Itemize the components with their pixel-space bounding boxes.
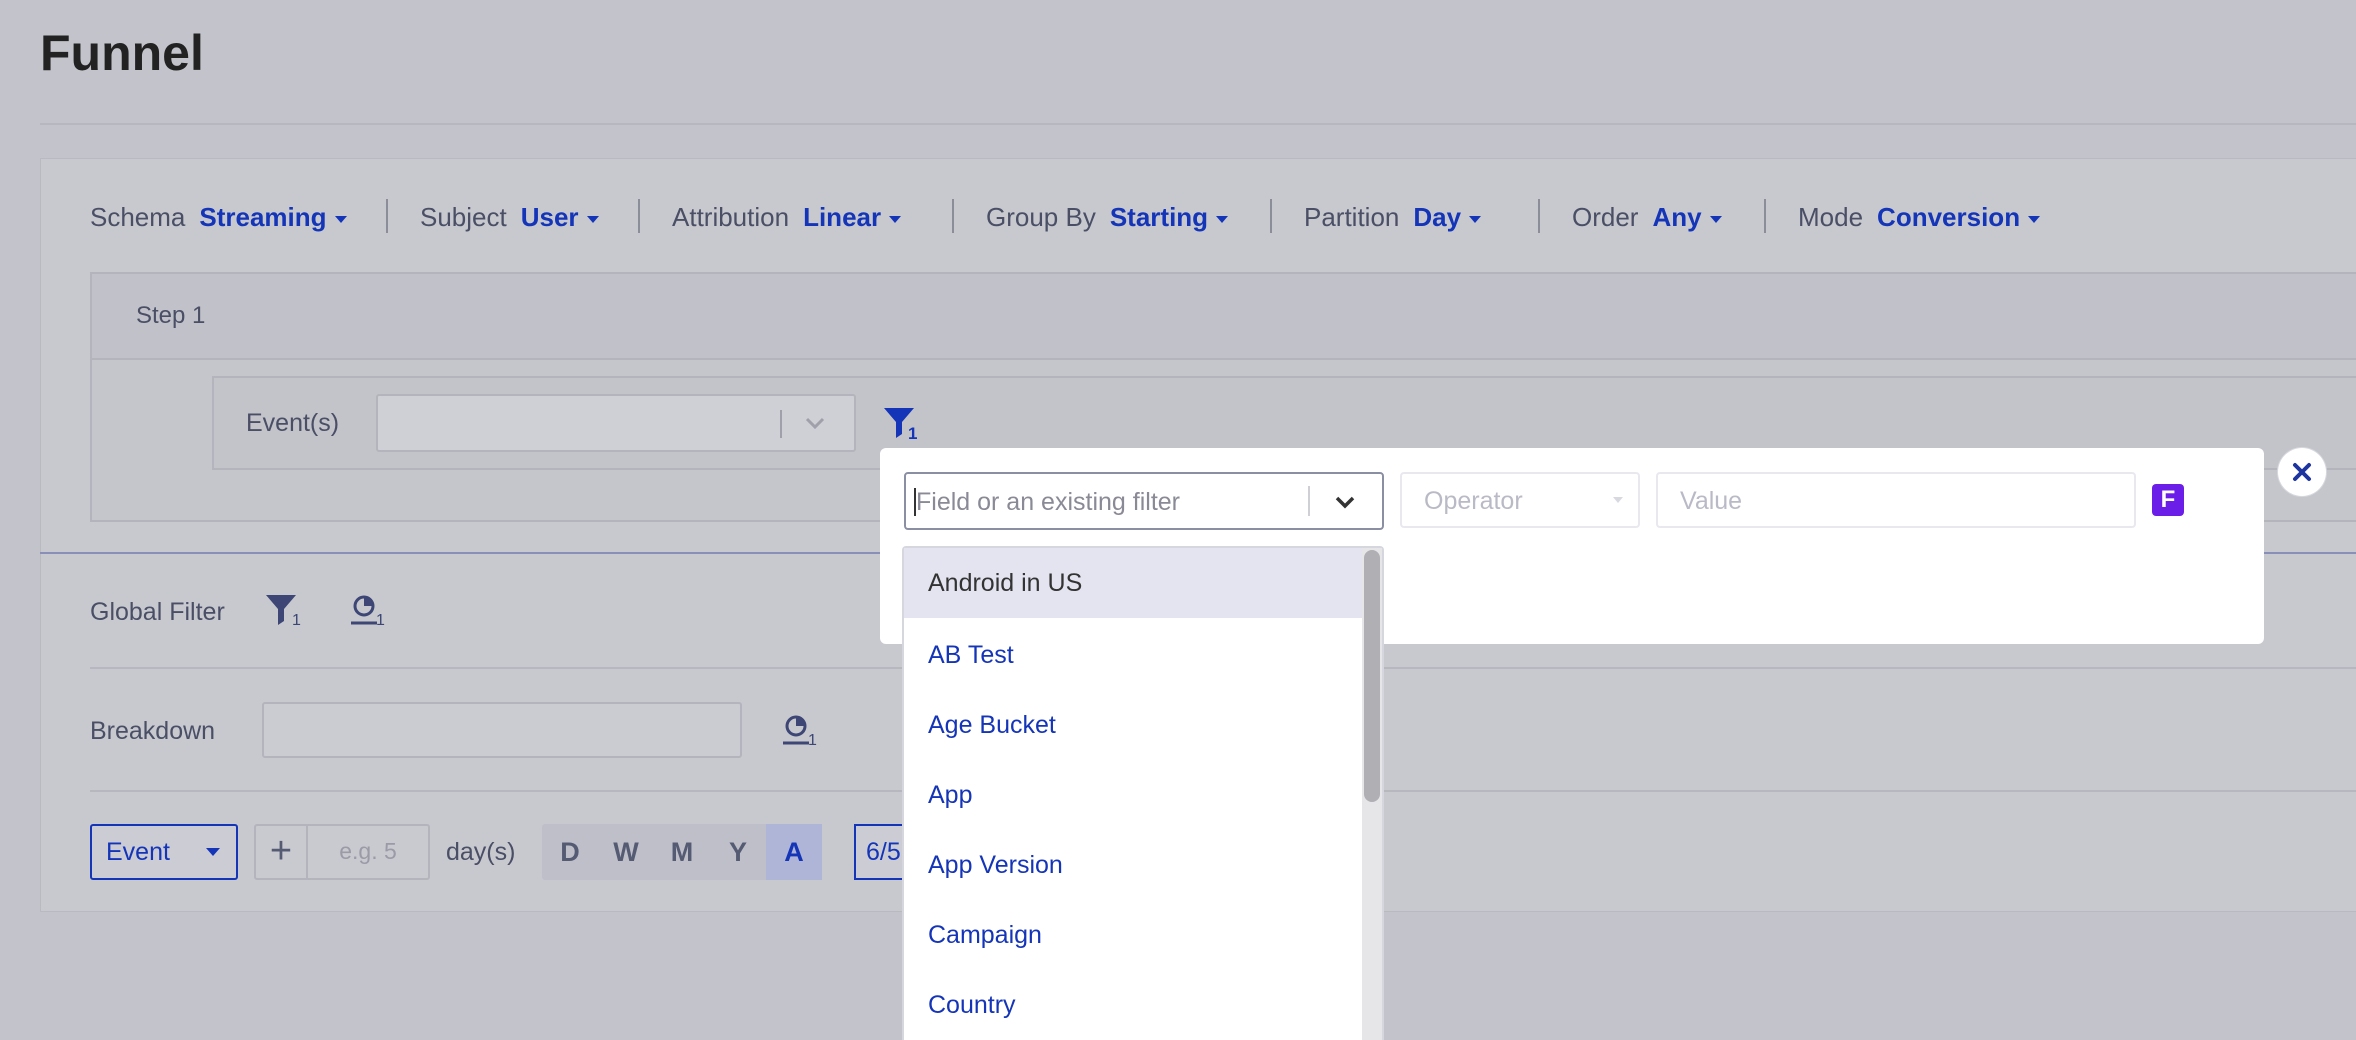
- partition-selector[interactable]: Partition Day: [1304, 202, 1482, 232]
- title-divider: [40, 123, 2356, 125]
- breakdown-label: Breakdown: [90, 717, 216, 745]
- step-label: Step 1: [136, 302, 206, 329]
- dropdown-scroll-thumb[interactable]: [1364, 550, 1380, 802]
- option-campaign[interactable]: Campaign: [904, 900, 1362, 970]
- schema-value[interactable]: Streaming: [199, 202, 326, 232]
- settings-separator: [638, 199, 640, 233]
- mode-value[interactable]: Conversion: [1877, 202, 2020, 232]
- breakdown-segment-icon[interactable]: 1: [780, 712, 820, 752]
- events-label: Event(s): [246, 409, 340, 437]
- option-app[interactable]: App: [904, 760, 1362, 830]
- formula-button[interactable]: F: [2152, 484, 2184, 516]
- text-cursor: [914, 488, 916, 516]
- option-ab-test[interactable]: AB Test: [904, 620, 1362, 690]
- order-selector[interactable]: Order Any: [1572, 202, 1722, 232]
- attribution-selector[interactable]: Attribution Linear: [672, 202, 902, 232]
- segment-icon[interactable]: 1: [348, 592, 388, 632]
- value-placeholder: Value: [1680, 487, 1743, 515]
- field-placeholder: Field or an existing filter: [916, 488, 1181, 516]
- schema-selector[interactable]: Schema Streaming: [90, 202, 347, 232]
- page-title: Funnel: [40, 25, 204, 81]
- caret-down-icon: [334, 215, 347, 223]
- schema-label: Schema: [90, 202, 186, 232]
- caret-down-icon: [1613, 497, 1623, 503]
- caret-down-icon: [1216, 215, 1229, 223]
- settings-separator: [1538, 199, 1540, 233]
- partition-value[interactable]: Day: [1413, 202, 1461, 232]
- step-filter-icon[interactable]: 1: [880, 404, 924, 446]
- breakdown-input[interactable]: [262, 702, 742, 758]
- settings-separator: [386, 199, 388, 233]
- events-select-separator: [780, 410, 782, 438]
- caret-down-icon: [586, 215, 599, 223]
- group-by-value[interactable]: Starting: [1110, 202, 1208, 232]
- period-month-button[interactable]: M: [654, 824, 710, 880]
- breakdown-segment-count: 1: [808, 732, 817, 749]
- close-button[interactable]: [2278, 448, 2326, 496]
- attribution-value[interactable]: Linear: [803, 202, 881, 232]
- option-app-version[interactable]: App Version: [904, 830, 1362, 900]
- chevron-down-icon[interactable]: [800, 408, 830, 438]
- order-label: Order: [1572, 202, 1639, 232]
- operator-placeholder: Operator: [1424, 487, 1523, 515]
- settings-separator: [952, 199, 954, 233]
- group-by-selector[interactable]: Group By Starting: [986, 202, 1229, 232]
- order-value[interactable]: Any: [1652, 202, 1701, 232]
- caret-down-icon: [206, 848, 220, 856]
- global-filter-icon[interactable]: 1: [264, 592, 304, 632]
- period-week-button[interactable]: W: [598, 824, 654, 880]
- mode-label: Mode: [1798, 202, 1864, 232]
- caret-down-icon: [1709, 215, 1722, 223]
- step-header: [92, 274, 2356, 360]
- subject-label: Subject: [420, 202, 507, 232]
- global-filter-label: Global Filter: [90, 598, 225, 626]
- period-year-button[interactable]: Y: [710, 824, 766, 880]
- field-select-separator: [1308, 486, 1310, 516]
- days-input[interactable]: e.g. 5: [318, 838, 418, 865]
- global-filter-count: 1: [292, 612, 301, 629]
- caret-down-icon: [1469, 215, 1482, 223]
- option-country[interactable]: Country: [904, 970, 1362, 1040]
- option-age-bucket[interactable]: Age Bucket: [904, 690, 1362, 760]
- attribution-label: Attribution: [672, 202, 790, 232]
- partition-label: Partition: [1304, 202, 1400, 232]
- date-range-text: 6/5: [866, 838, 901, 866]
- segment-count: 1: [376, 612, 385, 629]
- mode-selector[interactable]: Mode Conversion: [1798, 202, 2041, 232]
- caret-down-icon: [2028, 215, 2041, 223]
- event-type-label: Event: [106, 838, 170, 866]
- subject-value[interactable]: User: [521, 202, 579, 232]
- subject-selector[interactable]: Subject User: [420, 202, 599, 232]
- option-android-in-us[interactable]: Android in US: [904, 548, 1362, 618]
- period-all-button[interactable]: A: [766, 824, 822, 880]
- settings-separator: [1270, 199, 1272, 233]
- events-select[interactable]: [376, 394, 856, 452]
- days-label: day(s): [446, 838, 516, 866]
- group-by-label: Group By: [986, 202, 1096, 232]
- chevron-down-icon[interactable]: [1330, 487, 1360, 517]
- settings-separator: [1764, 199, 1766, 233]
- close-icon: [2293, 463, 2311, 481]
- period-day-button[interactable]: D: [542, 824, 598, 880]
- add-button[interactable]: +: [256, 826, 308, 878]
- caret-down-icon: [889, 215, 902, 223]
- step-filter-count: 1: [908, 424, 918, 443]
